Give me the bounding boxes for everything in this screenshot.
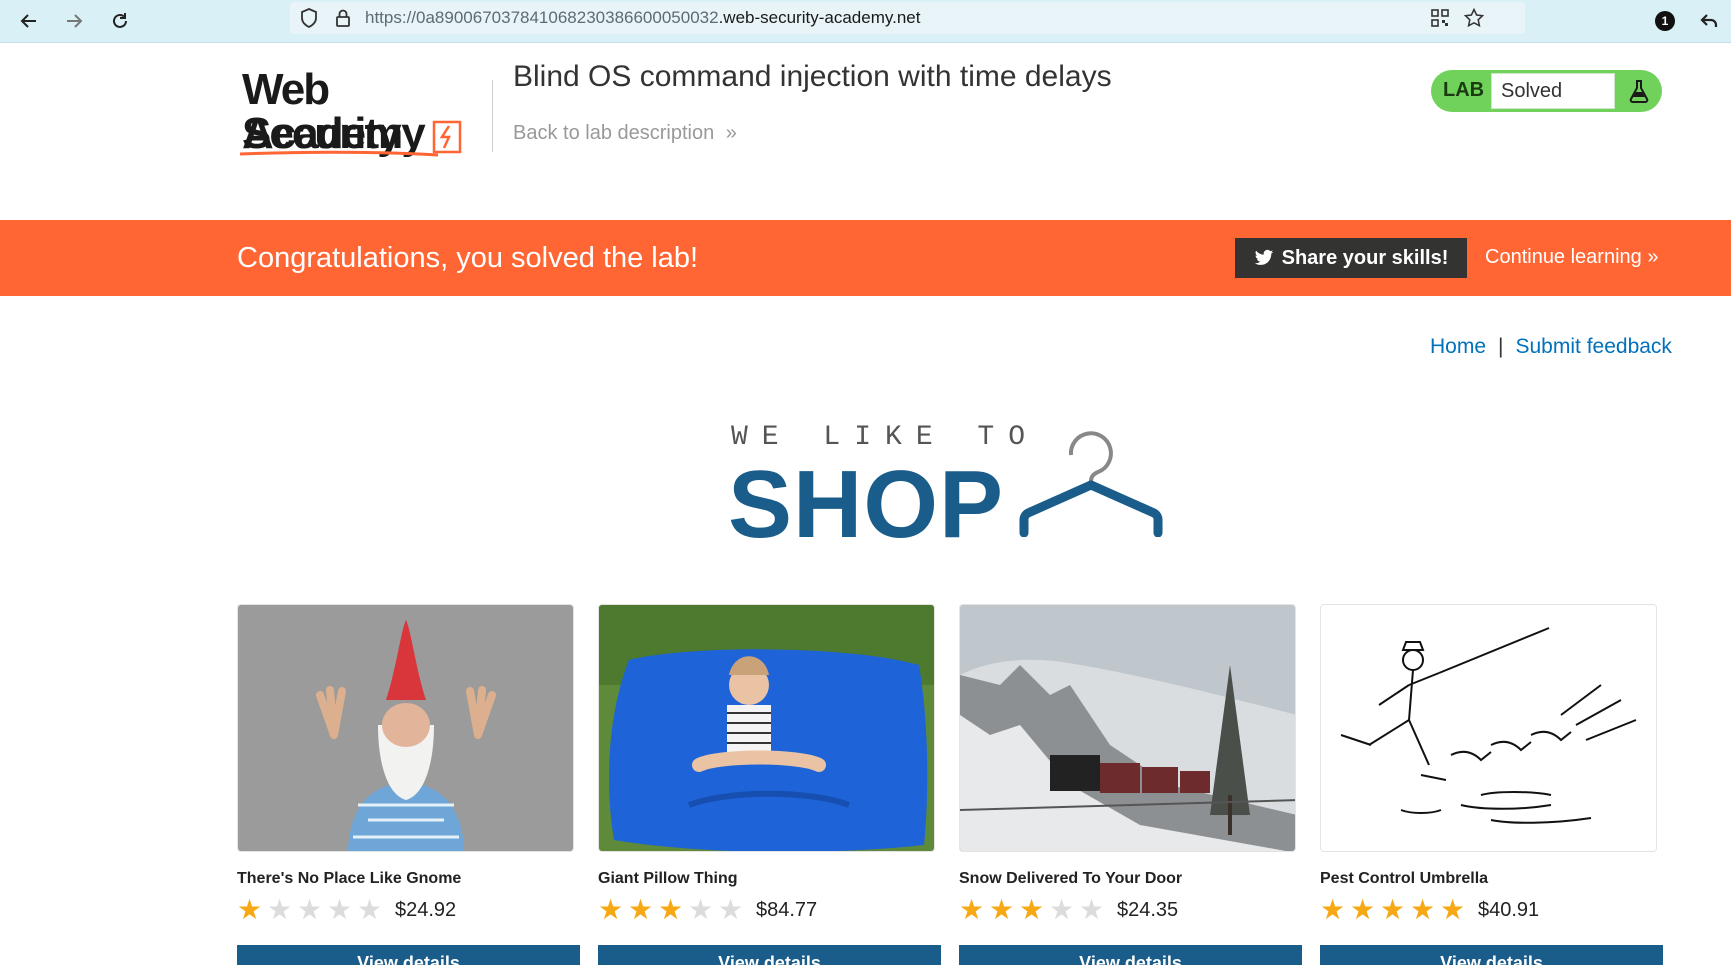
view-details-button[interactable]: View details bbox=[1320, 945, 1663, 965]
star-filled-icon: ★ bbox=[989, 894, 1015, 925]
pest-control-umbrella-product-image[interactable] bbox=[1320, 604, 1657, 852]
address-bar[interactable]: https://0a890067037841068230386600050032… bbox=[290, 2, 1525, 34]
congratulations-message: Congratulations, you solved the lab! bbox=[237, 242, 699, 274]
qr-code-icon[interactable] bbox=[1429, 7, 1451, 29]
star-empty-icon: ★ bbox=[357, 894, 383, 925]
view-details-button[interactable]: View details bbox=[598, 945, 941, 965]
product-card: Giant Pillow Thing ★ ★ ★ ★ ★ $84.77 bbox=[598, 604, 937, 924]
reload-icon[interactable] bbox=[103, 4, 137, 38]
clothes-hanger-icon bbox=[1019, 431, 1163, 537]
product-name: Snow Delivered To Your Door bbox=[959, 870, 1183, 887]
star-filled-icon: ★ bbox=[1380, 894, 1406, 925]
star-filled-icon: ★ bbox=[628, 894, 654, 925]
star-filled-icon: ★ bbox=[1410, 894, 1436, 925]
hero-shop-word: SHOP bbox=[728, 451, 1005, 558]
star-filled-icon: ★ bbox=[959, 894, 985, 925]
continue-learning-label: Continue learning bbox=[1485, 246, 1642, 268]
share-skills-label: Share your skills! bbox=[1281, 246, 1449, 269]
double-chevron-icon: » bbox=[1647, 246, 1659, 268]
back-arrow-icon[interactable] bbox=[12, 4, 46, 38]
flask-icon bbox=[1629, 80, 1649, 103]
url-text: https://0a890067037841068230386600050032… bbox=[365, 8, 920, 28]
lab-tag: LAB bbox=[1443, 79, 1485, 101]
product-card: Snow Delivered To Your Door ★ ★ ★ ★ ★ $24.35 bbox=[959, 604, 1298, 924]
share-skills-button[interactable]: Share your skills! bbox=[1235, 238, 1467, 278]
product-name: Giant Pillow Thing bbox=[598, 870, 738, 887]
nav-separator: | bbox=[1498, 335, 1504, 358]
star-empty-icon: ★ bbox=[327, 894, 353, 925]
star-filled-icon: ★ bbox=[1019, 894, 1045, 925]
url-prefix: https://0a890067037841068230386600050032 bbox=[365, 8, 719, 27]
star-rating: ★ ★ ★ ★ ★ bbox=[1320, 896, 1468, 924]
forward-arrow-icon[interactable] bbox=[57, 4, 91, 38]
view-details-button[interactable]: View details bbox=[237, 945, 580, 965]
notification-count: 1 bbox=[1655, 11, 1675, 31]
twitter-icon bbox=[1254, 249, 1273, 265]
star-filled-icon: ★ bbox=[598, 894, 624, 925]
lab-status-widget: LAB Solved bbox=[1431, 70, 1662, 112]
url-domain: .web-security-academy.net bbox=[718, 8, 921, 27]
gnome-product-image[interactable] bbox=[237, 604, 574, 852]
star-filled-icon: ★ bbox=[237, 894, 263, 925]
submit-feedback-link[interactable]: Submit feedback bbox=[1516, 335, 1672, 358]
product-price: $24.92 bbox=[395, 898, 457, 921]
snow-train-product-image[interactable] bbox=[959, 604, 1296, 852]
star-empty-icon: ★ bbox=[267, 894, 293, 925]
star-rating: ★ ★ ★ ★ ★ bbox=[598, 896, 746, 924]
star-empty-icon: ★ bbox=[1079, 894, 1105, 925]
product-card: There's No Place Like Gnome ★ ★ ★ ★ ★ $24.92 bbox=[237, 604, 576, 924]
product-price: $40.91 bbox=[1478, 898, 1540, 921]
star-filled-icon: ★ bbox=[1440, 894, 1466, 925]
product-price: $84.77 bbox=[756, 898, 818, 921]
solved-banner: Congratulations, you solved the lab! Sha… bbox=[0, 220, 1731, 296]
back-to-lab-link[interactable]: Back to lab description » bbox=[513, 122, 737, 145]
back-link-label: Back to lab description bbox=[513, 122, 715, 144]
star-filled-icon: ★ bbox=[1320, 894, 1346, 925]
lock-icon[interactable] bbox=[332, 7, 354, 29]
star-empty-icon: ★ bbox=[1049, 894, 1075, 925]
view-details-button[interactable]: View details bbox=[959, 945, 1302, 965]
star-filled-icon: ★ bbox=[658, 894, 684, 925]
home-link[interactable]: Home bbox=[1430, 335, 1486, 358]
giant-pillow-product-image[interactable] bbox=[598, 604, 935, 852]
star-empty-icon: ★ bbox=[688, 894, 714, 925]
notification-badge-icon[interactable]: 1 bbox=[1648, 4, 1682, 38]
browser-toolbar: https://0a890067037841068230386600050032… bbox=[0, 0, 1731, 43]
product-name: Pest Control Umbrella bbox=[1320, 870, 1489, 887]
continue-learning-link[interactable]: Continue learning » bbox=[1485, 246, 1658, 269]
hero-tagline: WE LIKE TO bbox=[731, 422, 1040, 453]
bookmark-star-icon[interactable] bbox=[1463, 7, 1485, 29]
product-card: Pest Control Umbrella ★ ★ ★ ★ ★ $40.91 bbox=[1320, 604, 1659, 924]
double-chevron-icon: » bbox=[725, 122, 737, 144]
shield-icon[interactable] bbox=[298, 7, 320, 29]
star-filled-icon: ★ bbox=[1350, 894, 1376, 925]
top-nav: Home | Submit feedback bbox=[1430, 335, 1672, 359]
logo-bolt-icon bbox=[432, 120, 462, 154]
star-empty-icon: ★ bbox=[297, 894, 323, 925]
star-rating: ★ ★ ★ ★ ★ bbox=[237, 896, 385, 924]
header-divider bbox=[492, 80, 493, 152]
star-empty-icon: ★ bbox=[718, 894, 744, 925]
lab-title: Blind OS command injection with time del… bbox=[513, 60, 1112, 93]
star-rating: ★ ★ ★ ★ ★ bbox=[959, 896, 1107, 924]
undo-arrow-icon[interactable] bbox=[1692, 4, 1726, 38]
product-name: There's No Place Like Gnome bbox=[237, 870, 462, 887]
product-price: $24.35 bbox=[1117, 898, 1179, 921]
web-security-academy-logo[interactable]: Web Security Academy bbox=[238, 68, 488, 160]
lab-status-value: Solved bbox=[1491, 73, 1615, 109]
